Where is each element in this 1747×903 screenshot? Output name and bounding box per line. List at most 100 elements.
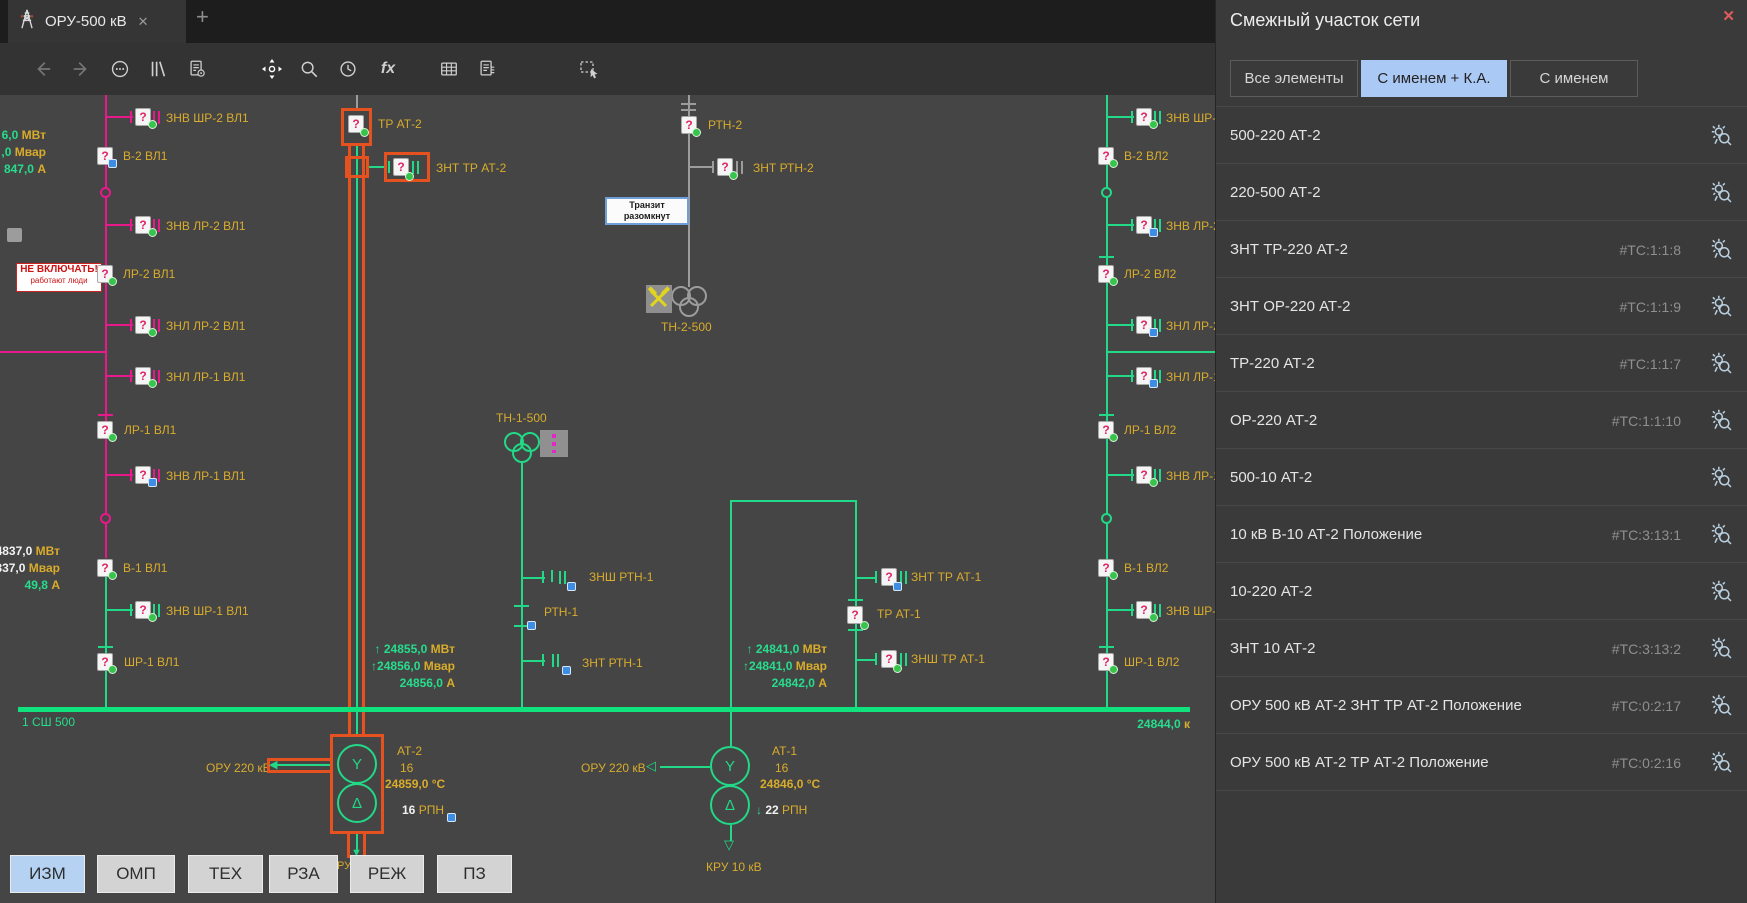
scheme-search-icon[interactable] — [1708, 749, 1734, 775]
scheme-search-icon[interactable] — [1708, 407, 1734, 433]
note-icon[interactable] — [7, 228, 22, 242]
scada-app: ОРУ-500 кВ ✕ + fx ? ЗНВ ШР-2 ВЛ1 ? В-2 В… — [0, 0, 1747, 903]
list-item[interactable]: ОРУ 500 кВ АТ-2 ЗНТ ТР АТ-2 Положение#ТС… — [1216, 677, 1747, 734]
scheme-search-icon[interactable] — [1708, 179, 1734, 205]
scheme-search-icon[interactable] — [1708, 692, 1734, 718]
disconnector-tick — [130, 111, 132, 123]
breaker-symbol[interactable] — [100, 187, 111, 198]
more-options-icon[interactable] — [108, 57, 132, 81]
label-at2-ru[interactable]: РУ — [337, 861, 351, 872]
status-dot-green — [108, 665, 117, 674]
search-zoom-icon[interactable] — [297, 57, 321, 81]
label-v2-vl2: В-2 ВЛ2 — [1124, 150, 1168, 162]
status-dot-blue — [148, 478, 157, 487]
breaker-symbol[interactable] — [1101, 187, 1112, 198]
label-lr2-vl1: ЛР-2 ВЛ1 — [123, 268, 175, 280]
label-v1-vl1: В-1 ВЛ1 — [123, 562, 167, 574]
scheme-search-icon[interactable] — [1708, 464, 1734, 490]
mode-button-omp[interactable]: ОМП — [97, 855, 175, 893]
filter-named-plus-ka[interactable]: С именем + К.А. — [1361, 60, 1507, 97]
list-item[interactable]: ЗНТ 10 АТ-2#ТС:3:13:2 — [1216, 620, 1747, 677]
panel-close-icon[interactable]: ✕ — [1722, 7, 1735, 25]
vl1-measurements-bottom: 4837,0 МВт 837,0 Мвар 49,8 А — [0, 543, 60, 594]
label-znv-shr1-vl2: ЗНВ ШР-1 — [1166, 605, 1215, 617]
left-arrow-icon: ◁ — [646, 760, 656, 771]
label-znsh-tr-at1: ЗНШ ТР АТ-1 — [911, 653, 985, 665]
pan-move-icon[interactable] — [260, 57, 284, 81]
status-dot-green — [1109, 159, 1118, 168]
scheme-search-icon[interactable] — [1708, 350, 1734, 376]
document-settings-icon[interactable] — [185, 57, 209, 81]
list-item-tag: #ТС:0:2:16 — [1612, 755, 1681, 771]
formula-fx-icon[interactable]: fx — [376, 57, 400, 81]
layers-list-icon[interactable] — [146, 57, 170, 81]
at2-winding-delta[interactable]: Δ — [337, 783, 377, 823]
history-clock-icon[interactable] — [336, 57, 360, 81]
label-at1-oru220[interactable]: ОРУ 220 кВ — [581, 762, 646, 774]
branch-line — [1106, 324, 1134, 326]
table-icon[interactable] — [437, 57, 461, 81]
list-item[interactable]: 10 кВ В-10 АТ-2 Положение#ТС:3:13:1 — [1216, 506, 1747, 563]
mode-button-rza[interactable]: РЗА — [269, 855, 338, 893]
at1-loop-line — [855, 500, 857, 709]
disconnector-tick — [130, 469, 132, 481]
list-item[interactable]: 500-10 АТ-2 — [1216, 449, 1747, 506]
status-dot-green — [1109, 665, 1118, 674]
disconnector-tick — [875, 571, 877, 583]
disconnector-tick — [1131, 219, 1133, 231]
select-region-icon[interactable] — [577, 57, 601, 81]
warning-sign: НЕ ВКЛЮЧАТЬ! работают люди — [16, 263, 102, 292]
disconnector-tick — [875, 653, 877, 665]
at1-line — [730, 709, 732, 746]
scheme-search-icon[interactable] — [1708, 236, 1734, 262]
label-at1-kru10[interactable]: КРУ 10 кВ — [706, 861, 762, 873]
status-dot-green — [1109, 433, 1118, 442]
forward-icon[interactable] — [69, 57, 93, 81]
at2-winding-y[interactable]: Y — [337, 744, 377, 784]
filter-all-elements[interactable]: Все элементы — [1230, 60, 1358, 97]
scheme-search-icon[interactable] — [1708, 521, 1734, 547]
label-znl-lr2-vl1: ЗНЛ ЛР-2 ВЛ1 — [166, 320, 245, 332]
label-znl-lr1-vl2: ЗНЛ ЛР-1 — [1166, 371, 1215, 383]
tab-close-icon[interactable]: ✕ — [138, 14, 149, 30]
list-item-tag: #ТС:3:13:2 — [1612, 641, 1681, 657]
back-icon[interactable] — [31, 57, 55, 81]
new-tab-button[interactable]: + — [196, 6, 209, 28]
tn1-transformer-circle[interactable] — [512, 443, 532, 463]
list-item[interactable]: ТР-220 АТ-2#ТС:1:1:7 — [1216, 335, 1747, 392]
label-znt-tr-at1: ЗНТ ТР АТ-1 — [911, 571, 981, 583]
list-item[interactable]: ЗНТ ТР-220 АТ-2#ТС:1:1:8 — [1216, 221, 1747, 278]
tab-oru-500[interactable]: ОРУ-500 кВ ✕ — [8, 0, 186, 43]
disconnector-tick — [681, 103, 696, 105]
disconnector-tick — [1131, 469, 1133, 481]
list-item[interactable]: 220-500 АТ-2 — [1216, 164, 1747, 221]
scheme-search-icon[interactable] — [1708, 122, 1734, 148]
list-item[interactable]: ОРУ 500 кВ АТ-2 ТР АТ-2 Положение#ТС:0:2… — [1216, 734, 1747, 791]
status-dot-blue — [447, 813, 456, 822]
mode-button-izm[interactable]: ИЗМ — [10, 855, 85, 893]
at1-winding-y[interactable]: Y — [710, 746, 750, 786]
list-item-label: ТР-220 АТ-2 — [1230, 355, 1315, 372]
breaker-symbol[interactable] — [1101, 513, 1112, 524]
status-dot-green — [893, 664, 902, 673]
label-rtn1: РТН-1 — [544, 606, 578, 618]
mode-button-rezh[interactable]: РЕЖ — [350, 855, 424, 893]
label-at2-oru220[interactable]: ОРУ 220 кВ — [206, 762, 271, 774]
list-item[interactable]: 500-220 АТ-2 — [1216, 107, 1747, 164]
tn2-transformer-circle[interactable] — [679, 297, 699, 317]
at1-winding-delta[interactable]: Δ — [710, 785, 750, 825]
list-item[interactable]: ЗНТ ОР-220 АТ-2#ТС:1:1:9 — [1216, 278, 1747, 335]
status-dot-green — [1149, 120, 1158, 129]
label-at2: АТ-2 — [397, 745, 422, 757]
status-dot-green — [1149, 613, 1158, 622]
mode-button-pz[interactable]: ПЗ — [437, 855, 512, 893]
scheme-search-icon[interactable] — [1708, 293, 1734, 319]
breaker-symbol[interactable] — [100, 513, 111, 524]
mode-button-teh[interactable]: ТЕХ — [188, 855, 263, 893]
list-item[interactable]: 10-220 АТ-2 — [1216, 563, 1747, 620]
list-item[interactable]: ОР-220 АТ-2#ТС:1:1:10 — [1216, 392, 1747, 449]
filter-named[interactable]: С именем — [1510, 60, 1638, 97]
scheme-search-icon[interactable] — [1708, 578, 1734, 604]
document-report-icon[interactable] — [475, 57, 499, 81]
scheme-search-icon[interactable] — [1708, 635, 1734, 661]
